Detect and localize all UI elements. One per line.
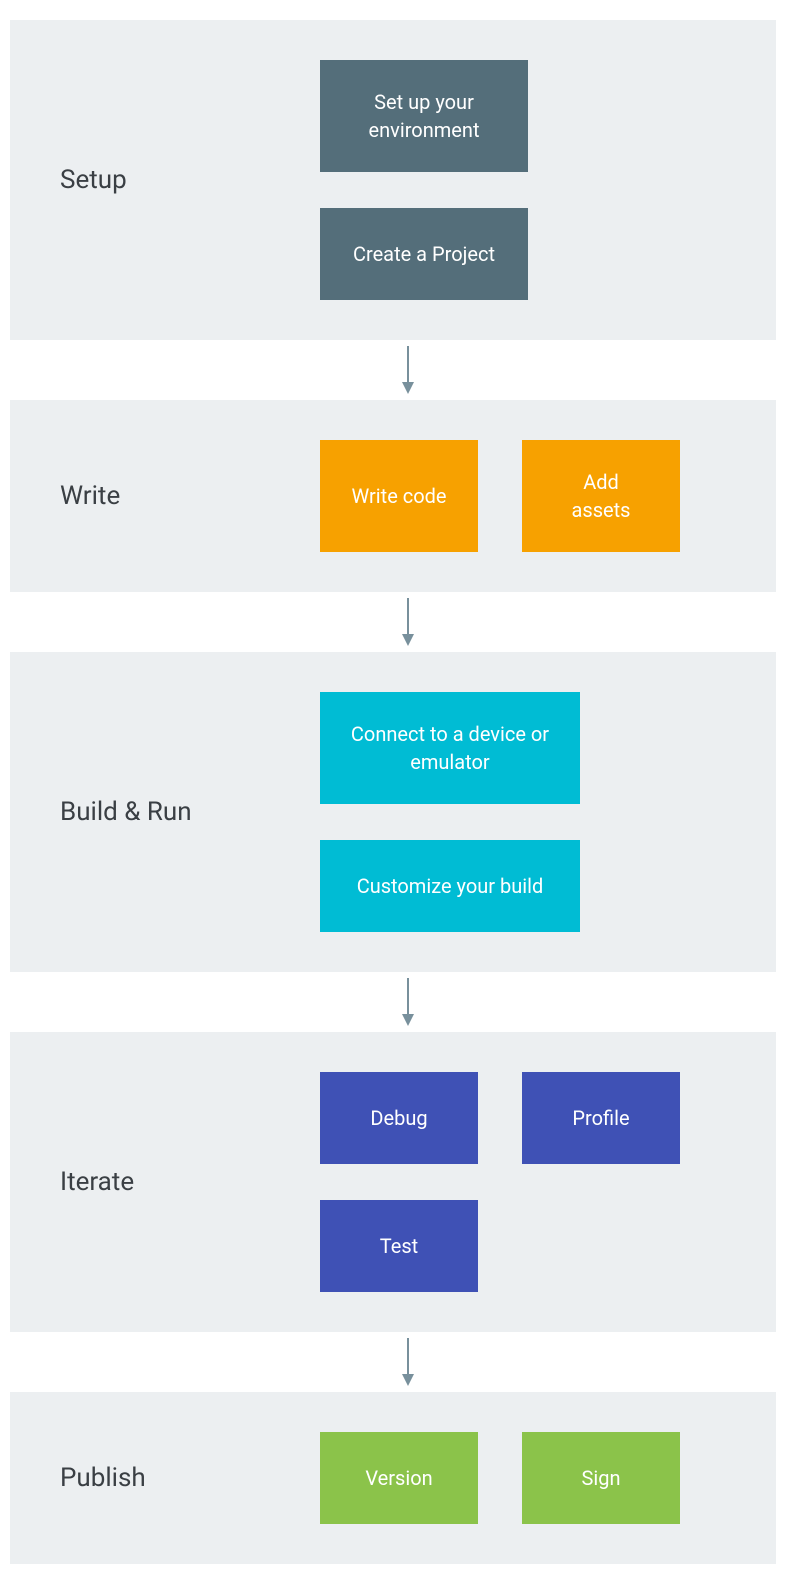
stage-cards-iterate-row1: Debug Profile	[320, 1072, 726, 1164]
stage-publish: Publish Version Sign	[10, 1392, 776, 1564]
stage-setup: Setup Set up your environment Create a P…	[10, 20, 776, 340]
arrow-connector	[10, 1332, 776, 1392]
card-sign[interactable]: Sign	[522, 1432, 680, 1524]
stage-label-write: Write	[60, 481, 320, 511]
arrow-connector	[10, 592, 776, 652]
stage-cards-iterate: Debug Profile Test	[320, 1072, 726, 1292]
stage-cards-build-run: Connect to a device or emulator Customiz…	[320, 692, 726, 932]
arrow-down-icon	[400, 598, 416, 646]
card-add-assets[interactable]: Add assets	[522, 440, 680, 552]
arrow-down-icon	[400, 1338, 416, 1386]
card-profile[interactable]: Profile	[522, 1072, 680, 1164]
stage-cards-publish: Version Sign	[320, 1432, 680, 1524]
stage-label-build-run: Build & Run	[60, 797, 320, 827]
arrow-connector	[10, 972, 776, 1032]
card-set-up-environment[interactable]: Set up your environment	[320, 60, 528, 172]
card-customize-build[interactable]: Customize your build	[320, 840, 580, 932]
stage-cards-setup: Set up your environment Create a Project	[320, 60, 726, 300]
stage-iterate: Iterate Debug Profile Test	[10, 1032, 776, 1332]
card-write-code[interactable]: Write code	[320, 440, 478, 552]
stage-write: Write Write code Add assets	[10, 400, 776, 592]
card-connect-device[interactable]: Connect to a device or emulator	[320, 692, 580, 804]
card-version[interactable]: Version	[320, 1432, 478, 1524]
arrow-down-icon	[400, 346, 416, 394]
stage-label-setup: Setup	[60, 165, 320, 195]
stage-label-iterate: Iterate	[60, 1167, 320, 1197]
stage-build-run: Build & Run Connect to a device or emula…	[10, 652, 776, 972]
card-create-project[interactable]: Create a Project	[320, 208, 528, 300]
stage-cards-iterate-row2: Test	[320, 1200, 726, 1292]
card-test[interactable]: Test	[320, 1200, 478, 1292]
stage-cards-write: Write code Add assets	[320, 440, 680, 552]
arrow-down-icon	[400, 978, 416, 1026]
stage-label-publish: Publish	[60, 1463, 320, 1493]
card-debug[interactable]: Debug	[320, 1072, 478, 1164]
arrow-connector	[10, 340, 776, 400]
